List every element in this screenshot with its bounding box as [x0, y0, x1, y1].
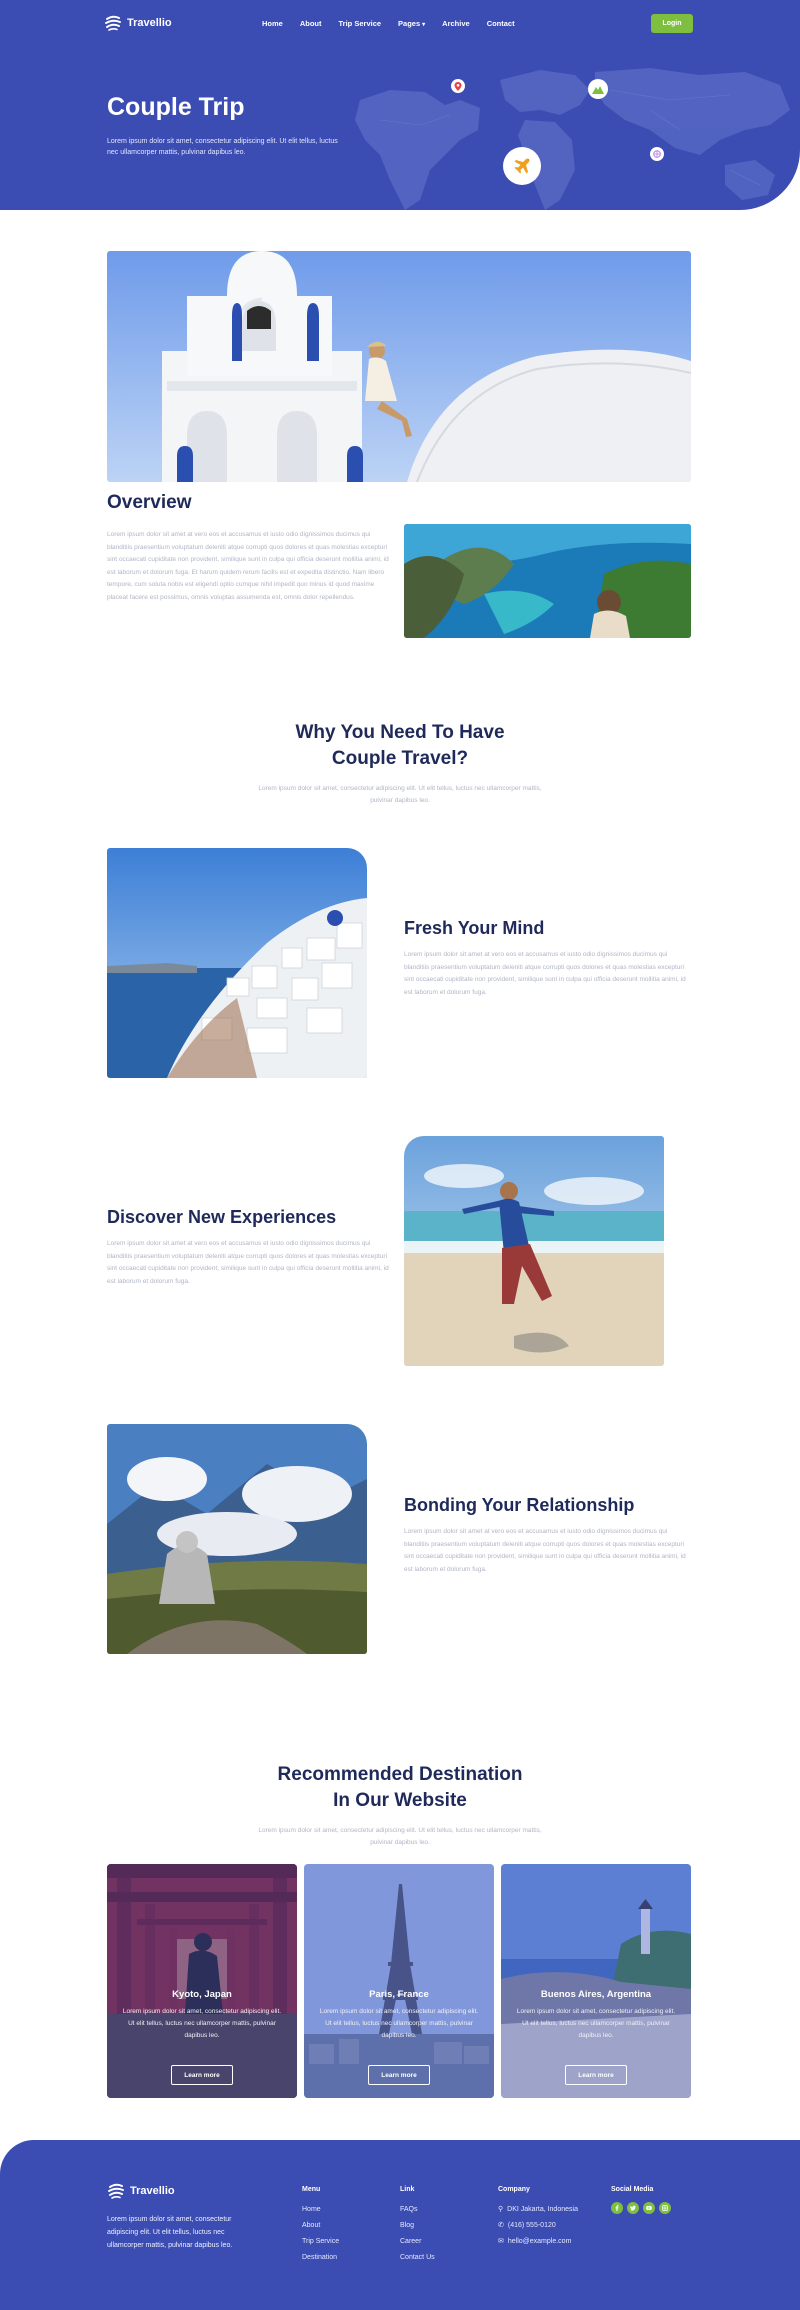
phone-icon: ✆ — [498, 2222, 504, 2229]
nav-item-trip-service[interactable]: Trip Service — [339, 19, 382, 28]
footer: Travellio Lorem ipsum dolor sit amet, co… — [0, 2140, 800, 2310]
footer-link-faqs[interactable]: FAQs — [400, 2202, 435, 2218]
youtube-icon[interactable] — [643, 2202, 655, 2214]
feature-title-fresh-mind: Fresh Your Mind — [404, 918, 545, 938]
overview-text: Lorem ipsum dolor sit amet at vero eos e… — [107, 531, 389, 601]
hero-subtitle: Lorem ipsum dolor sit amet, consectetur … — [107, 138, 338, 156]
top-navigation: Travellio Home About Trip Service Pages ▾… — [0, 0, 800, 48]
card-description: Lorem ipsum dolor sit amet, consectetur … — [516, 2008, 676, 2039]
twitter-icon[interactable] — [627, 2202, 639, 2214]
feature-title-bonding: Bonding Your Relationship — [404, 1495, 635, 1515]
location-icon: ⚲ — [498, 2206, 504, 2213]
mountain-clouds-photo — [107, 1424, 367, 1654]
recommended-title-line2: In Our Website — [333, 1790, 467, 1811]
footer-email-text: hello@example.com — [507, 2238, 572, 2245]
mountain-pin-icon — [588, 79, 608, 99]
santorini-town-photo — [107, 848, 367, 1078]
footer-company-column: Company ⚲ DKI Jakarta, Indonesia ✆ (416)… — [498, 2186, 578, 2250]
nav-item-contact[interactable]: Contact — [487, 19, 515, 28]
card-title: Paris, France — [369, 1989, 429, 2000]
footer-link-trip-service[interactable]: Trip Service — [302, 2234, 339, 2250]
footer-link-about[interactable]: About — [302, 2218, 339, 2234]
footer-brand-logo[interactable]: Travellio — [107, 2182, 175, 2200]
destination-card-kyoto[interactable]: Kyoto, Japan Lorem ipsum dolor sit amet,… — [107, 1864, 297, 2098]
footer-company-heading: Company — [498, 2186, 530, 2193]
globe-logo-icon — [108, 2183, 124, 2199]
footer-link-career[interactable]: Career — [400, 2234, 435, 2250]
beach-jump-photo — [404, 1136, 664, 1366]
footer-link-home[interactable]: Home — [302, 2202, 339, 2218]
hero-section: Travellio Home About Trip Service Pages ▾… — [0, 0, 800, 210]
globe-pin-icon — [650, 147, 664, 161]
cliff-beach-photo — [404, 524, 691, 638]
footer-address-text: DKI Jakarta, Indonesia — [507, 2206, 578, 2213]
footer-about-text: Lorem ipsum dolor sit amet, consectetur … — [107, 2216, 233, 2249]
footer-brand-name: Travellio — [130, 2185, 175, 2197]
recommended-text: Lorem ipsum dolor sit amet, consectetur … — [258, 1827, 542, 1846]
login-button[interactable]: Login — [651, 14, 693, 33]
footer-link-blog[interactable]: Blog — [400, 2218, 435, 2234]
footer-phone-text: (416) 555-0120 — [507, 2222, 556, 2229]
facebook-icon[interactable] — [611, 2202, 623, 2214]
nav-item-home[interactable]: Home — [262, 19, 283, 28]
instagram-icon[interactable] — [659, 2202, 671, 2214]
nav-item-about[interactable]: About — [300, 19, 322, 28]
brand-logo[interactable]: Travellio — [104, 14, 172, 32]
footer-link-contact-us[interactable]: Contact Us — [400, 2250, 435, 2266]
nav-item-pages-label: Pages — [398, 19, 421, 28]
why-title-line2: Couple Travel? — [331, 748, 469, 769]
footer-link-destination[interactable]: Destination — [302, 2250, 339, 2266]
nav-item-archive[interactable]: Archive — [442, 19, 470, 28]
nav-menu: Home About Trip Service Pages ▾ Archive C… — [262, 19, 532, 28]
why-title: Why You Need To Have Couple Travel? — [0, 720, 800, 772]
card-title: Kyoto, Japan — [172, 1989, 232, 2000]
brand-name: Travellio — [127, 17, 172, 29]
chevron-down-icon: ▾ — [422, 22, 426, 28]
feature-text-discover: Lorem ipsum dolor sit amet at vero eos e… — [107, 1240, 389, 1285]
footer-phone[interactable]: ✆ (416) 555-0120 — [498, 2218, 578, 2234]
footer-menu-heading: Menu — [302, 2186, 321, 2193]
santorini-bell-tower-photo — [107, 251, 691, 482]
learn-more-button[interactable]: Learn more — [368, 2065, 430, 2085]
feature-text-fresh-mind: Lorem ipsum dolor sit amet at vero eos e… — [404, 951, 686, 996]
recommended-title-line1: Recommended Destination — [277, 1764, 523, 1785]
destination-card-paris[interactable]: Paris, France Lorem ipsum dolor sit amet… — [304, 1864, 494, 2098]
feature-text-bonding: Lorem ipsum dolor sit amet at vero eos e… — [404, 1528, 686, 1573]
location-pin-icon — [451, 79, 465, 93]
learn-more-button[interactable]: Learn more — [171, 2065, 233, 2085]
social-icons — [611, 2202, 671, 2214]
why-text: Lorem ipsum dolor sit amet, consectetur … — [258, 785, 542, 804]
page-title: Couple Trip — [107, 93, 245, 121]
footer-email[interactable]: ✉ hello@example.com — [498, 2234, 578, 2250]
card-description: Lorem ipsum dolor sit amet, consectetur … — [122, 2008, 282, 2039]
nav-item-pages[interactable]: Pages ▾ — [398, 19, 425, 28]
recommended-title: Recommended Destination In Our Website — [0, 1762, 800, 1814]
mail-icon: ✉ — [498, 2238, 504, 2245]
globe-logo-icon — [105, 15, 121, 31]
why-title-line1: Why You Need To Have — [295, 722, 505, 743]
footer-link-column: Link FAQs Blog Career Contact Us — [400, 2186, 435, 2266]
card-description: Lorem ipsum dolor sit amet, consectetur … — [319, 2008, 479, 2039]
card-title: Buenos Aires, Argentina — [540, 1989, 652, 2000]
footer-address: ⚲ DKI Jakarta, Indonesia — [498, 2202, 578, 2218]
footer-menu-column: Menu Home About Trip Service Destination — [302, 2186, 339, 2266]
airplane-pin-icon — [503, 147, 541, 185]
overview-title: Overview — [107, 492, 192, 513]
feature-title-discover: Discover New Experiences — [107, 1207, 337, 1227]
footer-link-heading: Link — [400, 2186, 415, 2193]
footer-social-heading: Social Media — [611, 2186, 654, 2193]
footer-social-column: Social Media — [611, 2186, 671, 2214]
destination-card-buenos-aires[interactable]: Buenos Aires, Argentina Lorem ipsum dolo… — [501, 1864, 691, 2098]
world-map-illustration — [355, 68, 790, 210]
learn-more-button[interactable]: Learn more — [565, 2065, 627, 2085]
